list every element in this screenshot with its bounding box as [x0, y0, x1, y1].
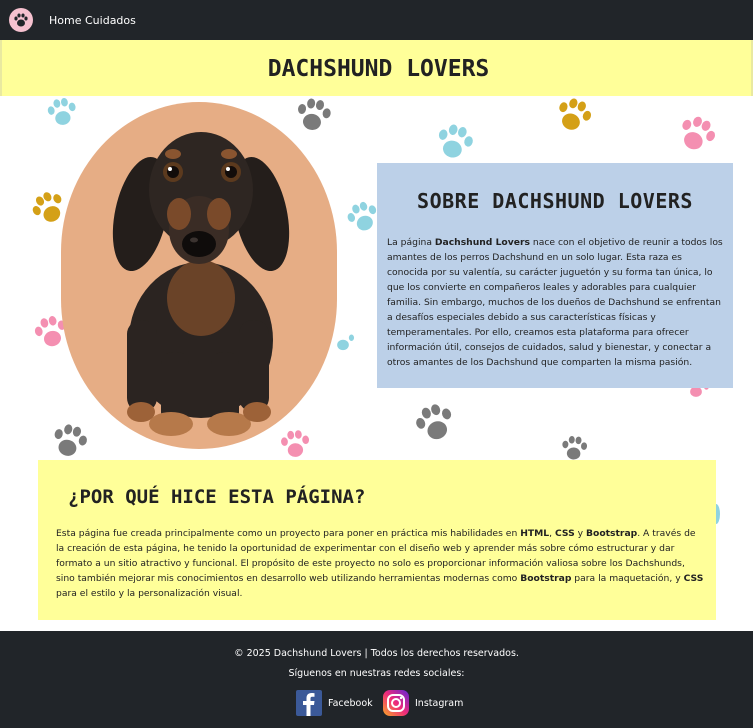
- paw-print-icon: [416, 404, 452, 440]
- navbar: Home Cuidados: [0, 0, 753, 40]
- facebook-label: Facebook: [328, 697, 373, 709]
- nav-link-home[interactable]: Home: [49, 14, 81, 27]
- emphasis: CSS: [555, 528, 575, 539]
- emphasis: CSS: [683, 573, 704, 584]
- page-title: DACHSHUND LOVERS: [267, 56, 490, 82]
- paw-print-icon: [32, 192, 62, 222]
- hero-banner: DACHSHUND LOVERS: [0, 40, 753, 96]
- about-title: SOBRE DACHSHUND LOVERS: [417, 189, 693, 213]
- paw-print-icon: [54, 424, 87, 456]
- paw-print-icon: [298, 98, 331, 130]
- about-paragraph: La página Dachshund Lovers nace con el o…: [387, 237, 723, 368]
- emphasis: HTML: [520, 528, 550, 539]
- instagram-label: Instagram: [415, 697, 464, 709]
- nav-link-cuidados[interactable]: Cuidados: [85, 14, 136, 27]
- instagram-icon: [383, 690, 409, 716]
- dachshund-photo: [61, 102, 337, 449]
- paw-print-icon: [347, 201, 377, 231]
- paw-icon[interactable]: [9, 8, 33, 32]
- paw-print-icon: [559, 98, 592, 130]
- footer: © 2025 Dachshund Lovers | Todos los dere…: [0, 631, 753, 728]
- facebook-link[interactable]: Facebook: [296, 690, 373, 716]
- instagram-link[interactable]: Instagram: [383, 690, 463, 716]
- footer-follow-text: Síguenos en nuestras redes sociales:: [288, 668, 465, 679]
- paw-print-icon: [438, 124, 473, 158]
- paw-print-icon: [281, 430, 310, 457]
- emphasis: Bootstrap: [520, 573, 572, 584]
- paw-print-icon: [47, 97, 76, 125]
- paw-print-icon: [682, 116, 715, 150]
- emphasis: Bootstrap: [586, 528, 638, 539]
- facebook-icon: [296, 690, 322, 716]
- why-title: ¿POR QUÉ HICE ESTA PÁGINA?: [68, 486, 366, 508]
- why-paragraph: Esta página fue creada principalmente co…: [56, 528, 704, 599]
- about-section: SOBRE DACHSHUND LOVERS La página Dachshu…: [377, 163, 733, 388]
- footer-copyright: © 2025 Dachshund Lovers | Todos los dere…: [234, 648, 519, 659]
- emphasis: Dachshund Lovers: [434, 237, 530, 248]
- why-section: ¿POR QUÉ HICE ESTA PÁGINA? Esta página f…: [38, 460, 716, 620]
